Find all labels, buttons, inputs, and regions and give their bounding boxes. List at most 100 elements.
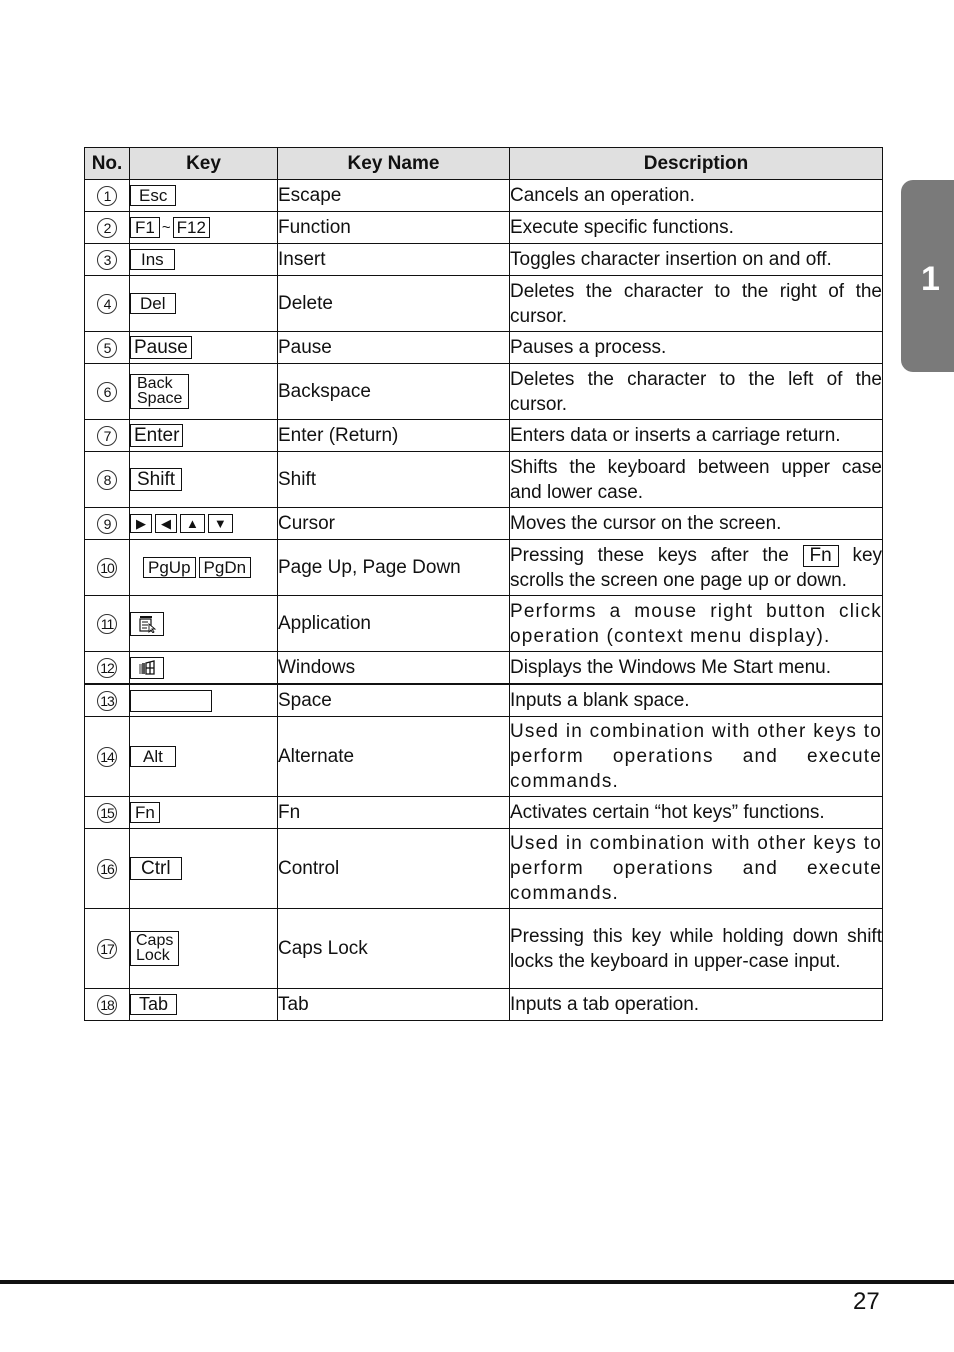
range-separator: ~ (161, 218, 171, 236)
key-cap-caps-lock: Caps Lock (130, 931, 180, 966)
row-number: 18 (97, 994, 117, 1015)
arrow-right-key-icon: ▶ (130, 514, 152, 533)
key-description: Pauses a process. (509, 331, 883, 364)
row-number: 2 (97, 217, 117, 238)
row-number: 12 (97, 657, 117, 678)
application-key-icon (130, 611, 164, 636)
row-number: 8 (97, 469, 117, 490)
inline-key-fn: Fn (802, 544, 839, 567)
key-name: Insert (277, 243, 510, 276)
table-row: 1 Esc Escape Cancels an operation. (84, 179, 883, 212)
row-number: 16 (97, 858, 117, 879)
row-number: 6 (97, 381, 117, 402)
key-description: Performs a mouse right button click oper… (509, 595, 883, 652)
table-row: 3 Ins Insert Toggles character insertion… (84, 243, 883, 276)
row-number: 15 (97, 802, 117, 823)
key-name: Enter (Return) (277, 419, 510, 452)
row-number: 1 (97, 185, 117, 206)
header-no: No. (84, 147, 130, 180)
row-number: 17 (97, 938, 117, 959)
table-row: 8 Shift Shift Shifts the keyboard betwee… (84, 451, 883, 508)
key-cap-f12: F12 (172, 217, 210, 238)
key-name: Space (277, 683, 510, 717)
key-cap-pgdn: PgDn (198, 557, 252, 578)
key-description: Toggles character insertion on and off. (509, 243, 883, 276)
key-description: Activates certain “hot keys” functions. (509, 796, 883, 829)
key-name: Escape (277, 179, 510, 212)
row-number: 10 (97, 557, 117, 578)
header-key-name: Key Name (277, 147, 510, 180)
key-name: Page Up, Page Down (277, 539, 510, 596)
key-description: Pressing these keys after the Fn key scr… (509, 539, 883, 596)
row-number: 14 (97, 746, 117, 767)
key-cap-esc: Esc (130, 185, 177, 206)
header-key: Key (129, 147, 278, 180)
table-row: 15 Fn Fn Activates certain “hot keys” fu… (84, 796, 883, 829)
key-description: Cancels an operation. (509, 179, 883, 212)
table-row: 5 Pause Pause Pauses a process. (84, 331, 883, 364)
key-name: Tab (277, 988, 510, 1021)
table-row: 7 Enter Enter (Return) Enters data or in… (84, 419, 883, 452)
key-description: Moves the cursor on the screen. (509, 507, 883, 540)
table-row: 10 PgUp PgDn Page Up, Page Down Pressing … (84, 539, 883, 596)
keyboard-keys-table: No. Key Key Name Description 1 Esc Escap… (84, 147, 883, 1021)
row-number: 11 (97, 613, 117, 634)
arrow-down-key-icon: ▼ (207, 514, 233, 533)
chapter-tab: 1 (901, 180, 954, 372)
key-name: Backspace (277, 363, 510, 420)
row-number: 5 (97, 337, 117, 358)
row-number: 3 (97, 249, 117, 270)
key-description: Used in combination with other keys to p… (509, 828, 883, 909)
key-name: Pause (277, 331, 510, 364)
table-row: 16 Ctrl Control Used in combination with… (84, 828, 883, 909)
key-description: Inputs a tab operation. (509, 988, 883, 1021)
key-name: Alternate (277, 716, 510, 797)
row-number: 13 (97, 690, 117, 711)
key-cap-fn: Fn (130, 802, 160, 823)
page-number: 27 (853, 1288, 880, 1315)
arrow-left-key-icon: ◀ (155, 514, 177, 533)
key-cap-alt: Alt (130, 746, 176, 767)
table-row: 2 F1 ~ F12 Function Execute specific funct… (84, 211, 883, 244)
key-cap-del: Del (130, 293, 176, 314)
table-row: 12 Windows Displays the Windows Me Start… (84, 651, 883, 685)
key-cap-f1: F1 (130, 217, 160, 238)
key-cap-tab: Tab (130, 994, 178, 1015)
key-description: Inputs a blank space. (509, 683, 883, 717)
key-cap-ins: Ins (130, 249, 175, 270)
key-description: Deletes the character to the right of th… (509, 275, 883, 332)
key-name: Shift (277, 451, 510, 508)
row-number: 9 (97, 513, 117, 534)
table-row: 11 Application Performs a mouse right bu… (84, 595, 883, 652)
table-row: 6 Back Space Backspace Deletes the charac… (84, 363, 883, 420)
header-description: Description (509, 147, 883, 180)
key-name: Cursor (277, 507, 510, 540)
table-row: 13 Space Inputs a blank space. (84, 683, 883, 717)
key-name: Fn (277, 796, 510, 829)
key-description: Deletes the character to the left of the… (509, 363, 883, 420)
table-row: 17 Caps Lock Caps Lock Pressing this key … (84, 908, 883, 989)
key-cap-space (130, 689, 212, 712)
key-cap-pgup: PgUp (143, 557, 196, 578)
row-number: 7 (97, 425, 117, 446)
table-row: 9 ▶ ◀ ▲ ▼ Cursor Moves the cursor on the sc… (84, 507, 883, 540)
key-name: Application (277, 595, 510, 652)
key-name: Function (277, 211, 510, 244)
table-row: 4 Del Delete Deletes the character to th… (84, 275, 883, 332)
key-description: Enters data or inserts a carriage return… (509, 419, 883, 452)
key-cap-enter: Enter (130, 424, 184, 447)
key-cap-shift: Shift (130, 468, 183, 491)
key-cap-backspace: Back Space (130, 374, 190, 409)
key-cap-ctrl: Ctrl (130, 857, 182, 880)
table-header-row: No. Key Key Name Description (84, 147, 883, 180)
key-name: Control (277, 828, 510, 909)
key-name: Caps Lock (277, 908, 510, 989)
key-description: Displays the Windows Me Start menu. (509, 651, 883, 685)
key-cap-pause: Pause (130, 336, 192, 359)
key-description: Pressing this key while holding down shi… (509, 908, 883, 989)
key-description: Shifts the keyboard between upper case a… (509, 451, 883, 508)
key-description: Used in combination with other keys to p… (509, 716, 883, 797)
table-row: 18 Tab Tab Inputs a tab operation. (84, 988, 883, 1021)
table-row: 14 Alt Alternate Used in combination wit… (84, 716, 883, 797)
key-description: Execute specific functions. (509, 211, 883, 244)
